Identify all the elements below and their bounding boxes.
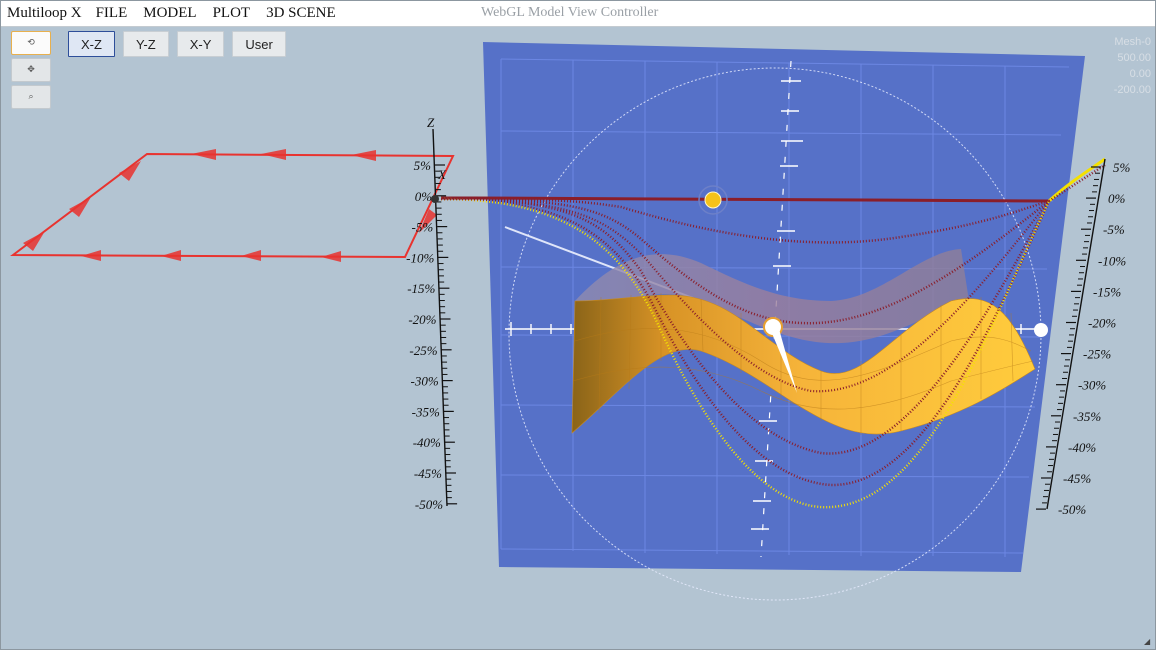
right-axis-tick-label: -25% <box>1083 347 1111 362</box>
right-axis-tick-label: 5% <box>1113 160 1131 175</box>
left-axis-tick-label: -10% <box>406 250 434 265</box>
right-axis-tick-label: -35% <box>1073 409 1101 424</box>
left-axis-tick-label: -30% <box>411 374 439 389</box>
webgl-3d-viewport[interactable]: Z X 5% 0% -5% -10% -15% -20% -25% -30% -35% -40% -… <box>1 1 1155 649</box>
left-axis-x-label: X <box>437 167 447 182</box>
right-axis-tick-label: -40% <box>1068 440 1096 455</box>
left-axis-tick-label: -35% <box>412 404 440 419</box>
left-axis-z-label: Z <box>427 115 435 130</box>
loop-path <box>10 149 455 262</box>
origin-point <box>431 195 439 203</box>
left-axis-tick-label: -25% <box>409 343 437 358</box>
right-axis-tick-label: -10% <box>1098 253 1126 268</box>
left-axis-tick-label: -45% <box>414 466 442 481</box>
right-axis-tick-label: 0% <box>1108 191 1126 206</box>
left-axis-tick-label: -15% <box>407 281 435 296</box>
right-axis-tick-label: -45% <box>1063 471 1091 486</box>
left-axis-tick-label: -20% <box>408 312 436 327</box>
left-axis-tick-label: 5% <box>414 158 432 173</box>
resize-grip-icon[interactable]: ◢ <box>1144 638 1152 646</box>
left-axis-tick-label: -50% <box>415 497 443 512</box>
left-axis: Z X 5% 0% -5% -10% -15% -20% -25% -30% -35% -40% -… <box>406 115 458 512</box>
right-axis-tick-label: -15% <box>1093 284 1121 299</box>
app-window: Multiloop X FILE MODEL PLOT 3D SCENE Web… <box>0 0 1156 650</box>
right-axis-tick-label: -50% <box>1058 502 1086 517</box>
right-axis-tick-label: -30% <box>1078 378 1106 393</box>
right-axis-tick-label: -20% <box>1088 316 1116 331</box>
gizmo-end-handle[interactable] <box>1034 323 1048 337</box>
left-axis-tick-label: 0% <box>415 189 433 204</box>
right-axis-tick-label: -5% <box>1103 222 1125 237</box>
left-axis-tick-label: -40% <box>413 435 441 450</box>
node-marker[interactable] <box>704 191 722 209</box>
left-axis-tick-label: -5% <box>412 220 434 235</box>
